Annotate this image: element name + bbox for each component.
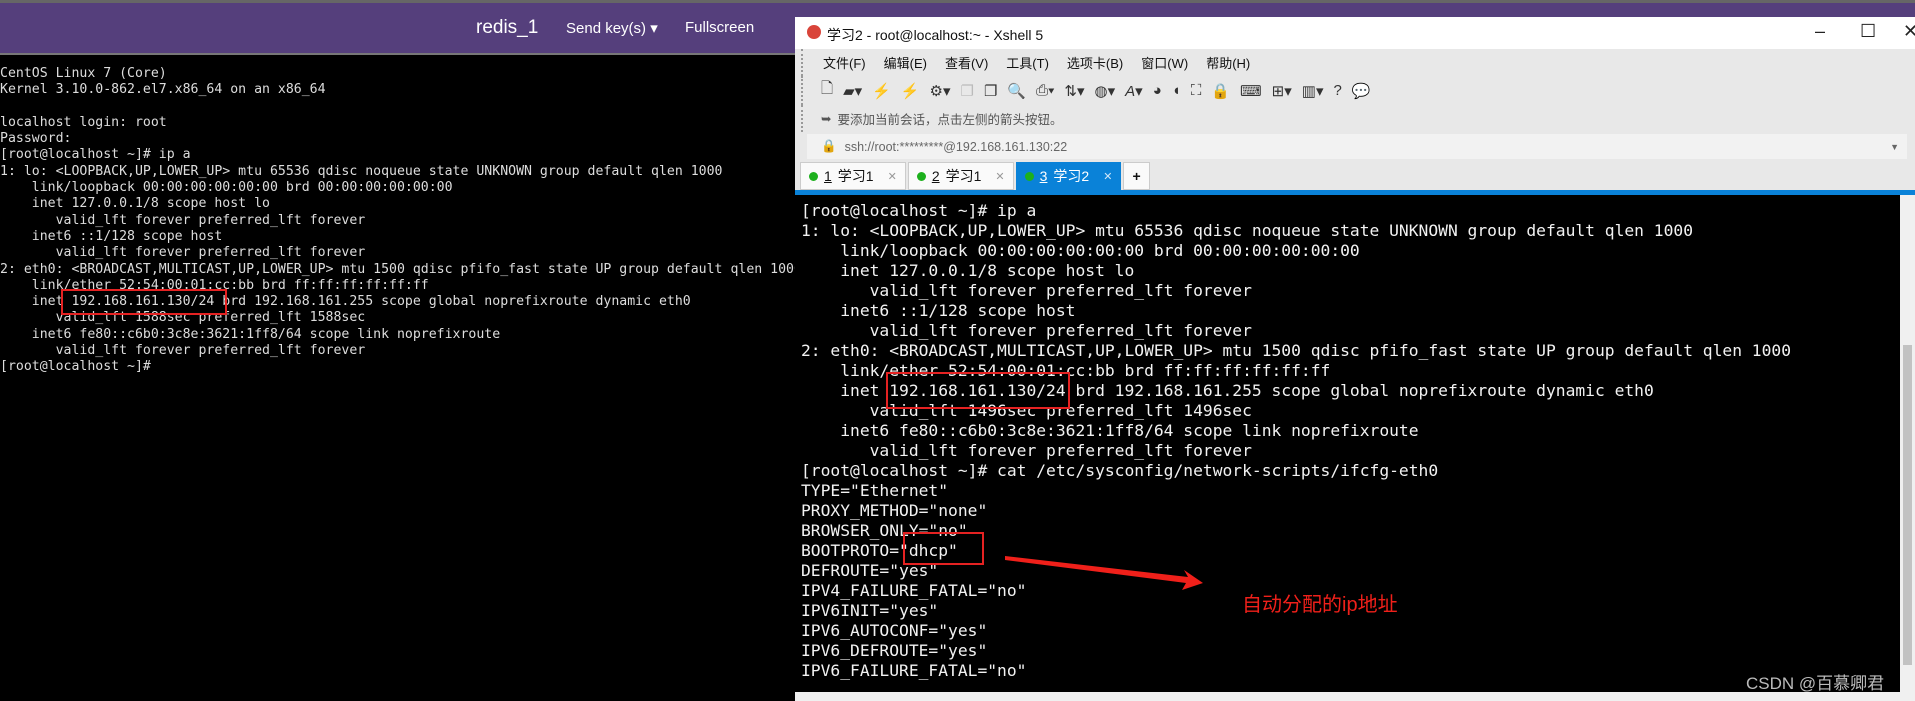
- annotation-text: 自动分配的ip地址: [1242, 594, 1398, 616]
- annotation-arrow: [1005, 556, 1203, 590]
- watermark: CSDN @百慕卿君: [1746, 674, 1885, 693]
- arrow-icon: [1005, 556, 1203, 590]
